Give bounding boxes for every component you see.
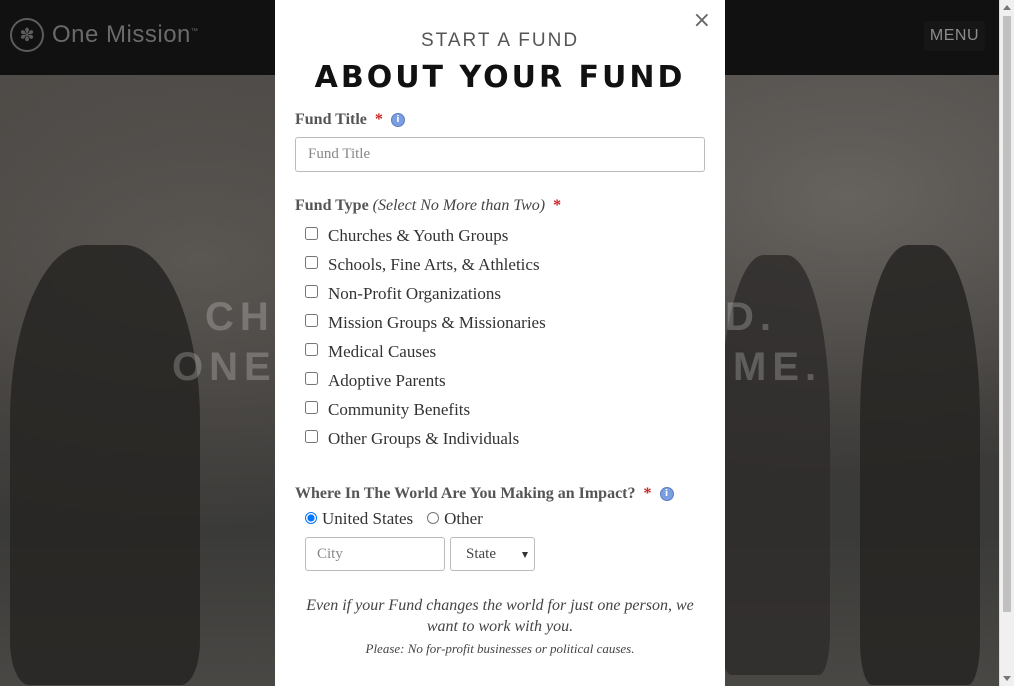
- dropdown-arrow-icon: [522, 552, 528, 558]
- modal-heading: ABOUT YOUR FUND: [314, 60, 686, 95]
- fund-type-option[interactable]: Medical Causes: [305, 337, 705, 366]
- brand-logo[interactable]: ✽ One Mission™: [10, 18, 198, 52]
- fund-type-checkbox[interactable]: [305, 285, 318, 298]
- fund-type-option[interactable]: Mission Groups & Missionaries: [305, 308, 705, 337]
- hero-person: [10, 245, 200, 685]
- state-select-value: State: [466, 545, 496, 562]
- fund-title-input[interactable]: [295, 137, 705, 172]
- scroll-up-arrow-icon[interactable]: [1003, 5, 1011, 10]
- fund-type-label: Fund Type: [295, 197, 369, 214]
- location-group: Where In The World Are You Making an Imp…: [295, 485, 705, 571]
- fund-type-checkbox[interactable]: [305, 227, 318, 240]
- fund-type-hint: (Select No More than Two): [372, 197, 546, 214]
- required-marker: *: [643, 485, 652, 502]
- close-icon[interactable]: ×: [693, 10, 711, 32]
- fund-type-checkbox[interactable]: [305, 372, 318, 385]
- fund-type-options: Churches & Youth Groups Schools, Fine Ar…: [295, 221, 705, 453]
- page-scrollbar[interactable]: [999, 0, 1014, 686]
- scroll-down-arrow-icon[interactable]: [1003, 676, 1011, 681]
- fund-type-option[interactable]: Churches & Youth Groups: [305, 221, 705, 250]
- fund-restriction-note: Please: No for-profit businesses or poli…: [365, 641, 635, 656]
- united-states-radio[interactable]: [305, 512, 317, 524]
- fund-type-checkbox[interactable]: [305, 430, 318, 443]
- fund-type-option[interactable]: Community Benefits: [305, 395, 705, 424]
- state-select[interactable]: State: [450, 537, 535, 571]
- required-marker: *: [374, 111, 383, 128]
- fund-type-option[interactable]: Non-Profit Organizations: [305, 279, 705, 308]
- other-radio[interactable]: [427, 512, 440, 524]
- fund-type-checkbox[interactable]: [305, 314, 318, 327]
- menu-button[interactable]: MENU: [923, 21, 985, 51]
- location-inputs: State: [305, 537, 705, 571]
- fund-type-checkbox[interactable]: [305, 256, 318, 269]
- fund-type-checkbox[interactable]: [305, 401, 318, 414]
- fund-title-label: Fund Title: [295, 111, 367, 128]
- modal-kicker: START A FUND: [420, 30, 580, 51]
- hero-headline-fragment: CH: [205, 295, 275, 339]
- fund-type-group: Fund Type (Select No More than Two) * Chur…: [295, 197, 705, 453]
- location-radio-group: United States Other: [305, 509, 705, 529]
- start-fund-modal: × START A FUND ABOUT YOUR FUND Fund Titl…: [275, 0, 725, 686]
- hero-headline-fragment: ME.: [733, 345, 823, 389]
- fund-eligibility-note: Even if your Fund changes the world for …: [306, 597, 694, 635]
- city-input[interactable]: [305, 537, 445, 571]
- hero-person: [860, 245, 980, 685]
- location-label: Where In The World Are You Making an Imp…: [295, 485, 636, 502]
- hero-headline-fragment: D.: [725, 295, 777, 339]
- fund-type-option[interactable]: Schools, Fine Arts, & Athletics: [305, 250, 705, 279]
- info-icon[interactable]: i: [390, 113, 405, 128]
- fund-type-option[interactable]: Adoptive Parents: [305, 366, 705, 395]
- trademark-mark: ™: [190, 28, 199, 35]
- scroll-thumb[interactable]: [1003, 16, 1011, 612]
- fund-type-option[interactable]: Other Groups & Individuals: [305, 424, 705, 453]
- required-marker: *: [553, 197, 562, 214]
- radio-option-other[interactable]: Other: [427, 509, 483, 529]
- info-icon[interactable]: i: [659, 487, 674, 502]
- fund-title-group: Fund Title * i: [295, 111, 705, 172]
- brand-name: One Mission: [52, 21, 191, 48]
- fund-type-checkbox[interactable]: [305, 343, 318, 356]
- radio-option-united-states[interactable]: United States: [305, 509, 413, 529]
- tree-logo-icon: ✽: [10, 18, 44, 52]
- hero-headline-fragment: ONE: [172, 345, 277, 389]
